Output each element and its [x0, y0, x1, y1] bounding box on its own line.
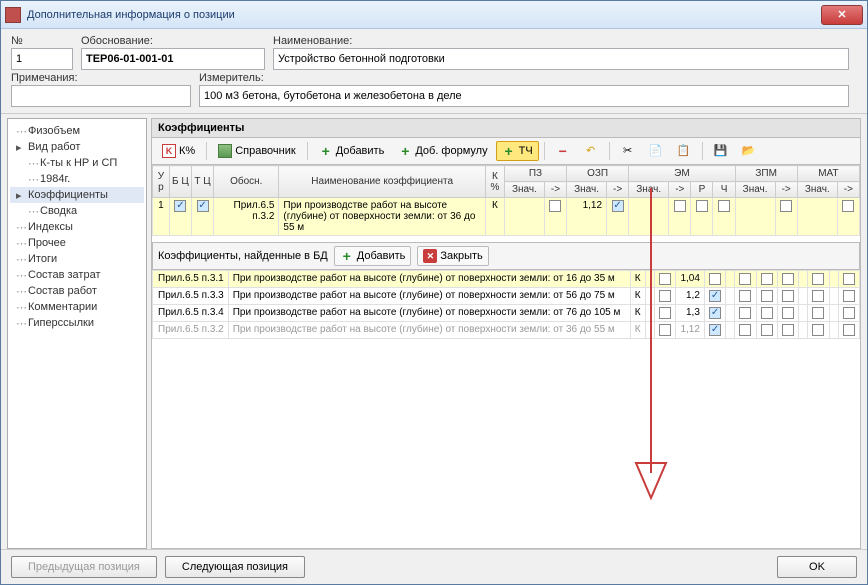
add-button[interactable]: +Добавить [313, 141, 391, 161]
tree-item[interactable]: Коэффициенты [10, 187, 144, 203]
main-grid[interactable]: У рБ ЦТ Ц Обосн.Наименование коэффициент… [151, 165, 861, 549]
db-title: Коэффициенты, найденные в БД [158, 250, 328, 262]
k-percent-button[interactable]: KК% [156, 141, 201, 161]
no-input[interactable] [11, 48, 73, 70]
prev-button[interactable]: Предыдущая позиция [11, 556, 157, 578]
no-label: № [11, 35, 73, 47]
tree-panel: ФизобъемВид работК-ты к НР и СП1984г.Коэ… [7, 118, 147, 549]
tree-item[interactable]: Состав затрат [10, 267, 144, 283]
close-button[interactable]: ✕ [821, 5, 863, 25]
save-button[interactable]: 💾 [708, 141, 734, 161]
table-row[interactable]: Прил.6.5 п.3.2 При производстве работ на… [153, 322, 860, 339]
tree-item[interactable]: Комментарии [10, 299, 144, 315]
tree-item[interactable]: Физобъем [10, 123, 144, 139]
basis-input[interactable] [81, 48, 265, 70]
app-icon [5, 7, 21, 23]
tree-item[interactable]: К-ты к НР и СП [10, 155, 144, 171]
tree-item[interactable]: Итоги [10, 251, 144, 267]
toolbar: KК% Справочник +Добавить +Доб. формулу +… [151, 138, 861, 165]
copy-button[interactable]: 📄 [643, 141, 669, 161]
open-button[interactable]: 📂 [736, 141, 762, 161]
table-row[interactable]: 1 Прил.6.5 п.3.2 При производстве работ … [153, 198, 860, 236]
tree-item[interactable]: 1984г. [10, 171, 144, 187]
basis-label: Обоснование: [81, 35, 265, 47]
section-title: Коэффициенты [151, 118, 861, 138]
window-title: Дополнительная информация о позиции [27, 9, 821, 21]
tch-button[interactable]: +ТЧ [496, 141, 539, 161]
notes-input[interactable] [11, 85, 191, 107]
tree-item[interactable]: Состав работ [10, 283, 144, 299]
titlebar: Дополнительная информация о позиции ✕ [1, 1, 867, 29]
header-form: № Обоснование: Наименование: Примечания:… [1, 29, 867, 114]
add-formula-button[interactable]: +Доб. формулу [392, 141, 493, 161]
tree-item[interactable]: Индексы [10, 219, 144, 235]
tree-item[interactable]: Прочее [10, 235, 144, 251]
tree-item[interactable]: Гиперссылки [10, 315, 144, 331]
db-close-button[interactable]: ✕Закрыть [417, 246, 488, 266]
table-row[interactable]: Прил.6.5 п.3.4 При производстве работ на… [153, 305, 860, 322]
cut-button[interactable]: ✂ [615, 141, 641, 161]
db-section-header: Коэффициенты, найденные в БД +Добавить ✕… [152, 242, 860, 270]
paste-button[interactable]: 📋 [671, 141, 697, 161]
reference-button[interactable]: Справочник [212, 141, 302, 161]
table-row[interactable]: Прил.6.5 п.3.1 При производстве работ на… [153, 271, 860, 288]
name-input[interactable] [273, 48, 849, 70]
db-add-button[interactable]: +Добавить [334, 246, 412, 266]
footer: Предыдущая позиция Следующая позиция OK [1, 549, 867, 584]
meas-input[interactable] [199, 85, 849, 107]
undo-button[interactable]: ↶ [578, 141, 604, 161]
tree-item[interactable]: Вид работ [10, 139, 144, 155]
delete-button[interactable]: − [550, 141, 576, 161]
next-button[interactable]: Следующая позиция [165, 556, 305, 578]
notes-label: Примечания: [11, 72, 191, 84]
table-row[interactable]: Прил.6.5 п.3.3 При производстве работ на… [153, 288, 860, 305]
tree-item[interactable]: Сводка [10, 203, 144, 219]
ok-button[interactable]: OK [777, 556, 857, 578]
name-label: Наименование: [273, 35, 849, 47]
meas-label: Измеритель: [199, 72, 849, 84]
